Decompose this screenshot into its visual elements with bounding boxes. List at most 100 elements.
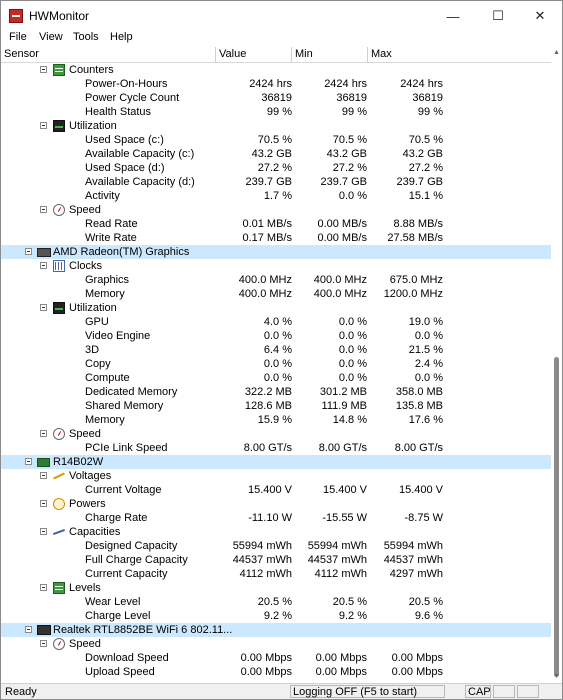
sensor-row[interactable]: Compute 0.0 % 0.0 % 0.0 % [1, 371, 551, 385]
max-cell: -8.75 W [404, 512, 443, 524]
sensor-row[interactable]: Available Capacity (c:) 43.2 GB 43.2 GB 43.… [1, 147, 551, 161]
sensor-row[interactable]: Memory 15.9 % 14.8 % 17.6 % [1, 413, 551, 427]
sensor-label: Power-On-Hours [85, 78, 168, 90]
sensor-row[interactable]: Charge Rate -11.10 W -15.55 W -8.75 W [1, 511, 551, 525]
column-value[interactable]: Value [216, 47, 292, 62]
sensor-row[interactable]: Shared Memory 128.6 MB 111.9 MB 135.8 MB [1, 399, 551, 413]
collapse-toggle-icon[interactable] [40, 528, 47, 535]
sensor-label: GPU [85, 316, 109, 328]
device-row[interactable]: Realtek RTL8852BE WiFi 6 802.11... [1, 623, 551, 637]
status-bar: Ready Logging OFF (F5 to start) CAP [1, 683, 562, 699]
sensor-row[interactable]: PCIe Link Speed 8.00 GT/s 8.00 GT/s 8.00 GT… [1, 441, 551, 455]
vertical-scrollbar[interactable]: ▲ ▼ [551, 47, 562, 683]
sensor-row[interactable]: Used Space (c:) 70.5 % 70.5 % 70.5 % [1, 133, 551, 147]
sensor-row[interactable]: Used Space (d:) 27.2 % 27.2 % 27.2 % [1, 161, 551, 175]
column-sensor[interactable]: Sensor [1, 47, 216, 62]
sensor-row[interactable]: Memory 400.0 MHz 400.0 MHz 1200.0 MHz [1, 287, 551, 301]
title-bar[interactable]: HWMonitor — ☐ ✕ [1, 1, 562, 31]
sensor-label: Utilization [69, 120, 117, 132]
sensor-row[interactable]: Download Speed 0.00 Mbps 0.00 Mbps 0.00 Mbp… [1, 651, 551, 665]
group-row[interactable]: Powers [1, 497, 551, 511]
min-cell: 0.00 MB/s [317, 218, 367, 230]
min-cell: 70.5 % [332, 134, 367, 146]
scroll-up-icon[interactable]: ▲ [553, 49, 560, 56]
group-row[interactable]: Utilization [1, 301, 551, 315]
min-cell: 0.0 % [338, 190, 367, 202]
close-button[interactable]: ✕ [518, 1, 562, 31]
menu-view[interactable]: View [39, 31, 63, 43]
max-cell: 0.00 Mbps [391, 666, 443, 678]
menu-tools[interactable]: Tools [73, 31, 99, 43]
collapse-toggle-icon[interactable] [40, 206, 47, 213]
column-max[interactable]: Max [368, 47, 548, 62]
collapse-toggle-icon[interactable] [40, 640, 47, 647]
sensor-row[interactable]: Graphics 400.0 MHz 400.0 MHz 675.0 MHz [1, 273, 551, 287]
sensor-row[interactable]: Activity 1.7 % 0.0 % 15.1 % [1, 189, 551, 203]
min-cell: 0.0 % [338, 316, 367, 328]
menu-help[interactable]: Help [110, 31, 133, 43]
menu-file[interactable]: File [9, 31, 27, 43]
sensor-row[interactable]: 3D 6.4 % 0.0 % 21.5 % [1, 343, 551, 357]
value-cell: 99 % [266, 106, 292, 118]
sensor-row[interactable]: Wear Level 20.5 % 20.5 % 20.5 % [1, 595, 551, 609]
group-row[interactable]: Counters [1, 63, 551, 77]
value-cell: 322.2 MB [244, 386, 292, 398]
sensor-row[interactable]: Read Rate 0.01 MB/s 0.00 MB/s 8.88 MB/s [1, 217, 551, 231]
sensor-row[interactable]: Available Capacity (d:) 239.7 GB 239.7 GB 2… [1, 175, 551, 189]
group-row[interactable]: Voltages [1, 469, 551, 483]
collapse-toggle-icon[interactable] [25, 248, 32, 255]
collapse-toggle-icon[interactable] [40, 66, 47, 73]
collapse-toggle-icon[interactable] [25, 626, 32, 633]
sensor-row[interactable]: Dedicated Memory 322.2 MB 301.2 MB 358.0 MB [1, 385, 551, 399]
device-row[interactable]: AMD Radeon(TM) Graphics [1, 245, 551, 259]
sensor-row[interactable]: Health Status 99 % 99 % 99 % [1, 105, 551, 119]
collapse-toggle-icon[interactable] [40, 304, 47, 311]
sensor-row[interactable]: Upload Speed 0.00 Mbps 0.00 Mbps 0.00 Mbps [1, 665, 551, 679]
collapse-toggle-icon[interactable] [40, 472, 47, 479]
column-min[interactable]: Min [292, 47, 368, 62]
collapse-toggle-icon[interactable] [40, 262, 47, 269]
sensor-tree[interactable]: Counters Power-On-Hours 2424 hrs 2424 hrs 24… [1, 63, 551, 683]
minimize-button[interactable]: — [431, 1, 475, 31]
collapse-toggle-icon[interactable] [40, 430, 47, 437]
max-cell: 358.0 MB [395, 386, 443, 398]
min-cell: 36819 [336, 92, 367, 104]
group-row[interactable]: Levels [1, 581, 551, 595]
device-row[interactable]: R14B02W [1, 455, 551, 469]
group-row[interactable]: Speed [1, 203, 551, 217]
collapse-toggle-icon[interactable] [40, 584, 47, 591]
sensor-row[interactable]: Charge Level 9.2 % 9.2 % 9.6 % [1, 609, 551, 623]
group-row[interactable]: Speed [1, 427, 551, 441]
scroll-thumb[interactable] [554, 357, 559, 677]
value-cell: 8.00 GT/s [243, 442, 292, 454]
sensor-row[interactable]: Video Engine 0.0 % 0.0 % 0.0 % [1, 329, 551, 343]
sensor-row[interactable]: Current Voltage 15.400 V 15.400 V 15.400 V [1, 483, 551, 497]
sensor-row[interactable]: Copy 0.0 % 0.0 % 2.4 % [1, 357, 551, 371]
sensor-label: Health Status [85, 106, 152, 118]
max-cell: 8.00 GT/s [394, 442, 443, 454]
maximize-button[interactable]: ☐ [476, 1, 520, 31]
sensor-row[interactable]: Write Rate 0.17 MB/s 0.00 MB/s 27.58 MB/s [1, 231, 551, 245]
collapse-toggle-icon[interactable] [40, 122, 47, 129]
value-cell: 4112 mWh [239, 568, 292, 580]
group-row[interactable]: Utilization [1, 119, 551, 133]
status-ready: Ready [5, 686, 37, 698]
sensor-row[interactable]: Power-On-Hours 2424 hrs 2424 hrs 2424 hrs [1, 77, 551, 91]
sensor-row[interactable]: Designed Capacity 55994 mWh 55994 mWh 55994… [1, 539, 551, 553]
collapse-toggle-icon[interactable] [25, 458, 32, 465]
collapse-toggle-icon[interactable] [40, 500, 47, 507]
value-cell: 239.7 GB [245, 176, 292, 188]
sensor-row[interactable]: Power Cycle Count 36819 36819 36819 [1, 91, 551, 105]
volt-icon [53, 470, 65, 482]
value-cell: 0.0 % [263, 372, 292, 384]
scroll-down-icon[interactable]: ▼ [553, 673, 560, 680]
status-scroll [517, 685, 539, 698]
sensor-row[interactable]: GPU 4.0 % 0.0 % 19.0 % [1, 315, 551, 329]
group-row[interactable]: Clocks [1, 259, 551, 273]
sensor-row[interactable]: Current Capacity 4112 mWh 4112 mWh 4297 mWh [1, 567, 551, 581]
group-row[interactable]: Speed [1, 637, 551, 651]
sensor-row[interactable]: Full Charge Capacity 44537 mWh 44537 mWh 44… [1, 553, 551, 567]
group-row[interactable]: Capacities [1, 525, 551, 539]
sensor-label: Charge Level [85, 610, 151, 622]
window-title: HWMonitor [29, 9, 90, 23]
